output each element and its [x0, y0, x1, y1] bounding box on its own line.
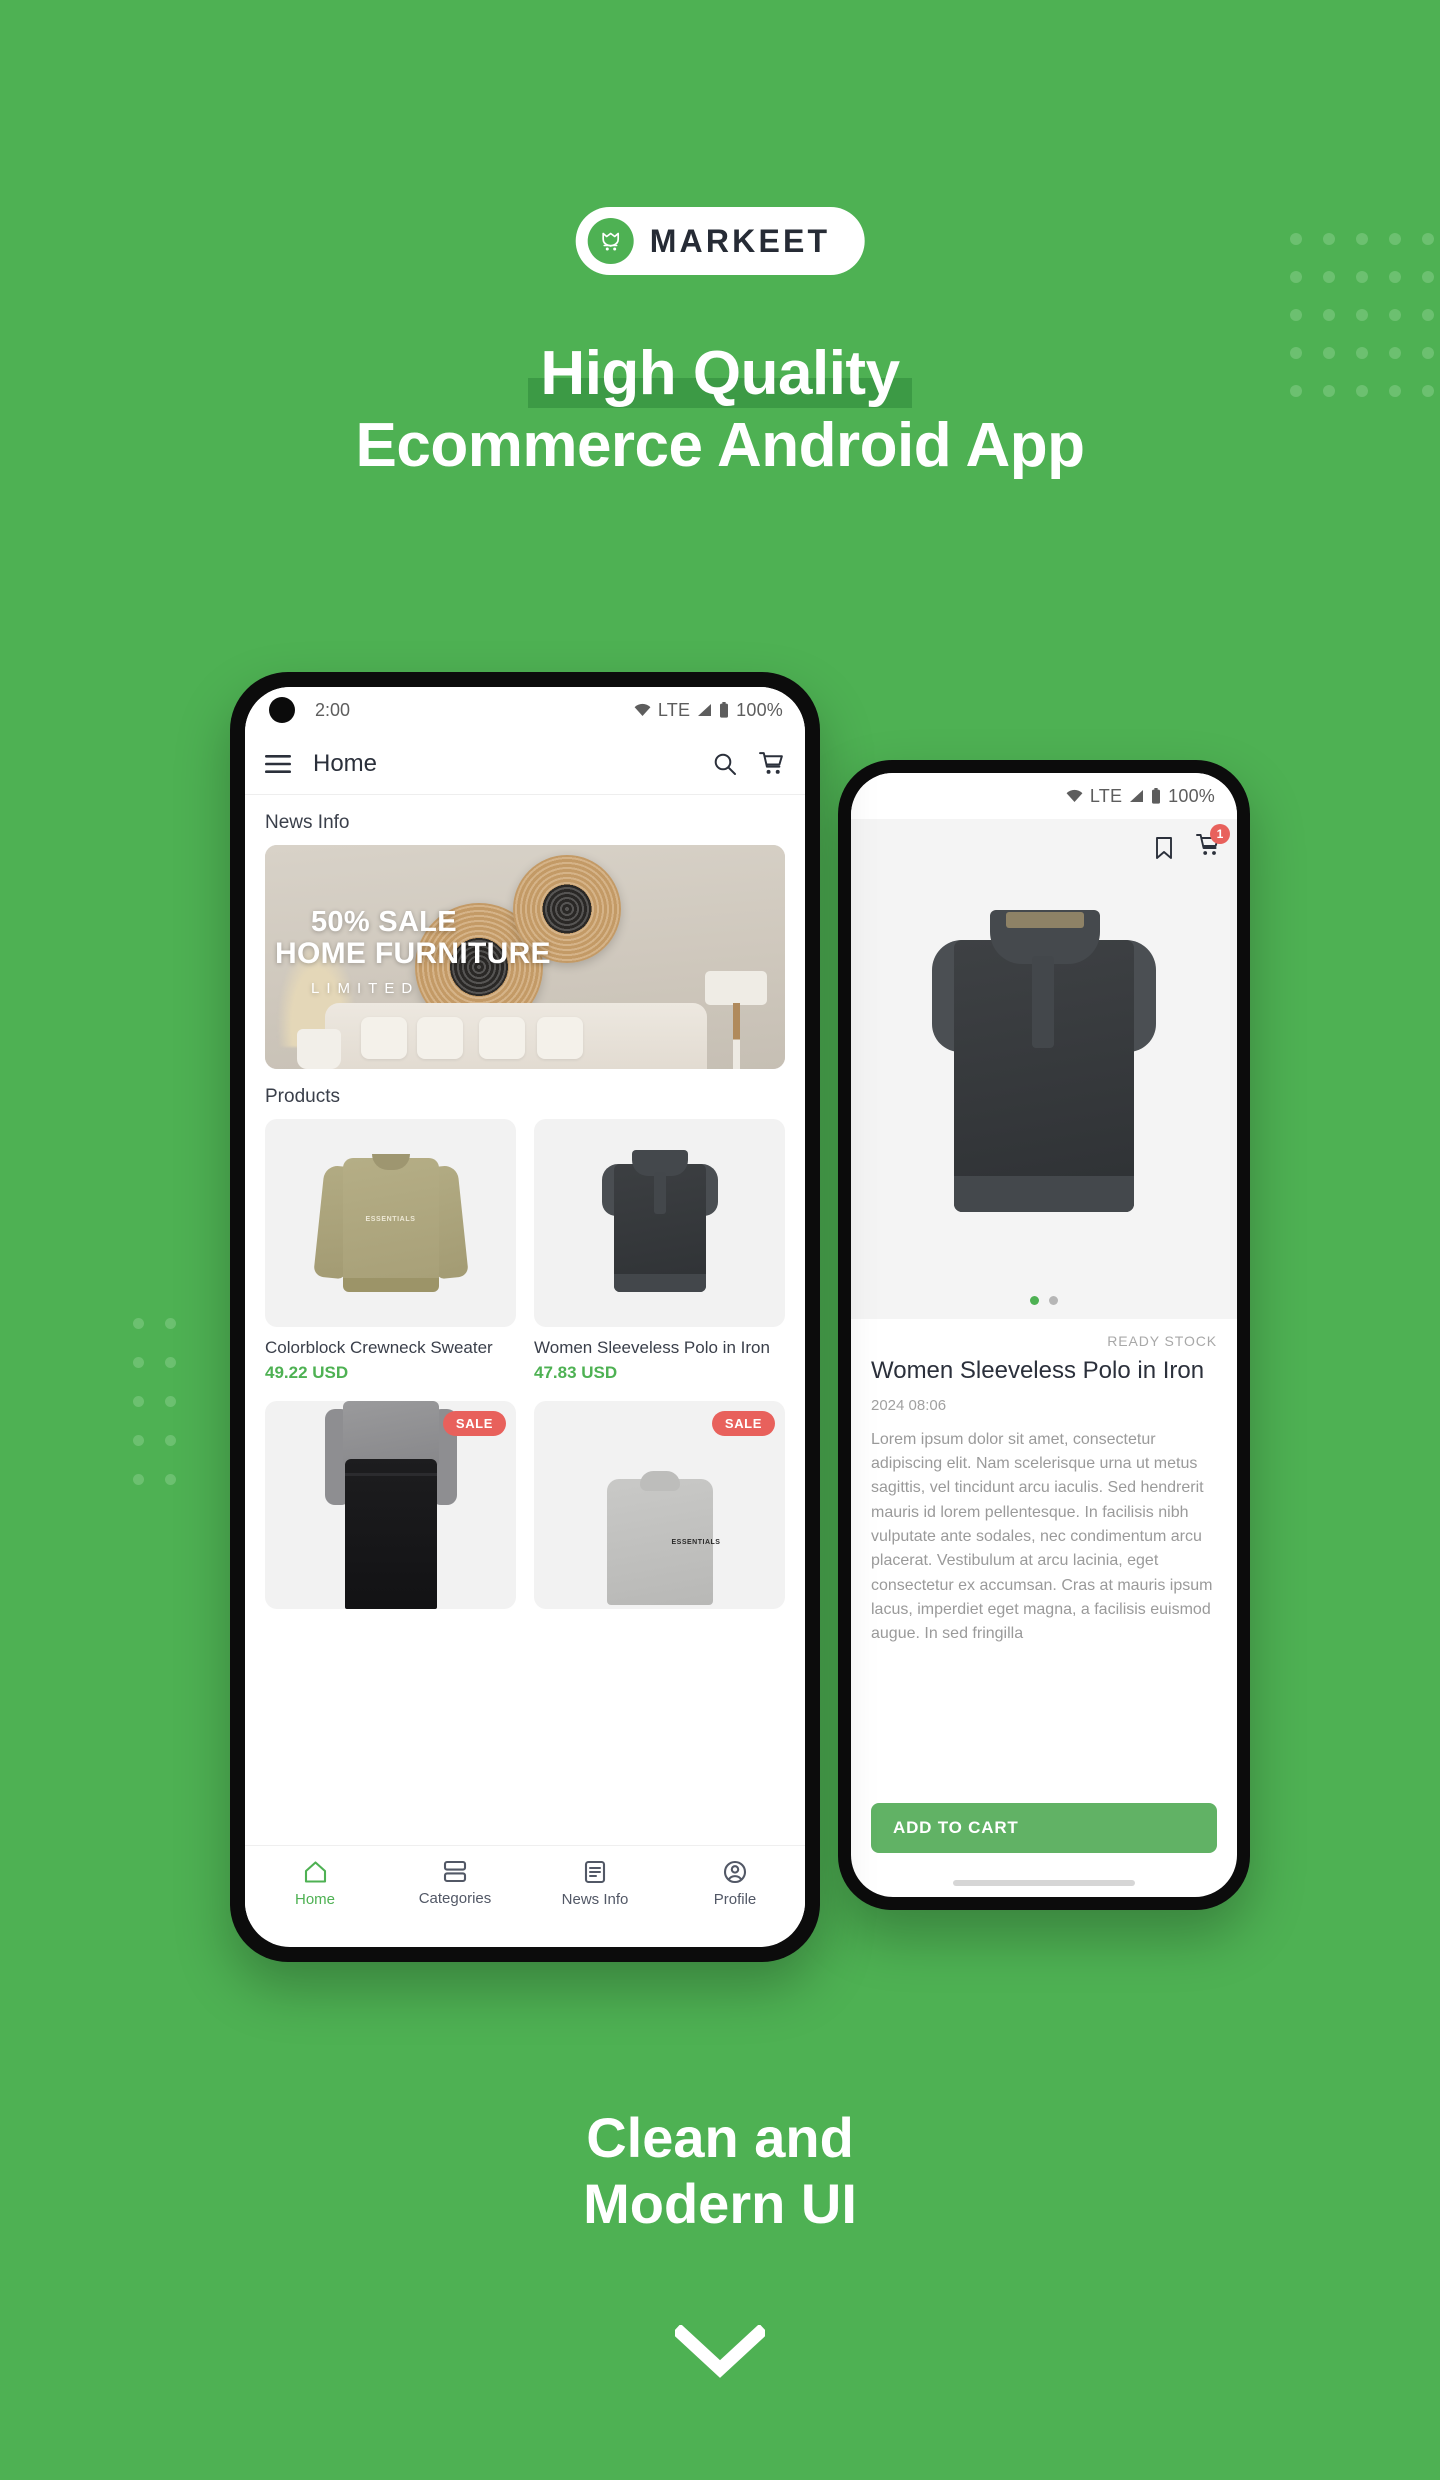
signal-icon [697, 703, 712, 717]
section-news-info: News Info [265, 812, 350, 833]
banner-line-3: LIMITED [311, 979, 420, 997]
battery-percent: 100% [1168, 785, 1215, 806]
detail-status-bar: LTE 100% [851, 773, 1237, 819]
phone-mockups: LTE 100% 1 READY STOCK Women Sleeveless … [0, 660, 1440, 2000]
cart-count-badge: 1 [1210, 824, 1230, 844]
home-screen: 2:00 LTE 100% Home News Info 50% SALE HO… [245, 687, 805, 1947]
detail-screen: LTE 100% 1 READY STOCK Women Sleeveless … [851, 773, 1237, 1897]
caption-line-1: Clean and [586, 2106, 854, 2169]
signal-icon [1129, 789, 1144, 803]
garment-crewneck-olive: ESSENTIALS [312, 1144, 469, 1302]
detail-description: Lorem ipsum dolor sit amet, consectetur … [871, 1430, 1213, 1643]
nav-item-categories[interactable]: Categories [385, 1860, 525, 1907]
headline-line-2: Ecommerce Android App [355, 410, 1085, 480]
detail-timestamp: 2024 08:06 [871, 1396, 947, 1414]
carousel-indicator[interactable] [1030, 1296, 1058, 1305]
gesture-bar [434, 1932, 616, 1938]
promo-banner[interactable]: 50% SALE HOME FURNITURE LIMITED [265, 845, 785, 1069]
product-thumbnail: SALE ESSENTIALS [534, 1401, 785, 1610]
nav-label: Categories [418, 1890, 492, 1907]
product-price: 49.22 USD [265, 1363, 349, 1383]
network-type: LTE [1089, 785, 1123, 806]
app-bar: Home [245, 733, 805, 795]
hamburger-menu-icon[interactable] [265, 754, 291, 773]
garment-polo-iron [594, 1142, 726, 1304]
battery-icon [1151, 788, 1161, 804]
cart-monogram-icon [587, 218, 634, 264]
search-icon[interactable] [713, 752, 737, 776]
brand-name: MARKEET [649, 223, 831, 259]
product-title: Colorblock Crewneck Sweater [265, 1338, 493, 1357]
gesture-bar [953, 1880, 1135, 1886]
news-icon [584, 1860, 606, 1884]
phone-home: 2:00 LTE 100% Home News Info 50% SALE HO… [230, 672, 820, 1962]
detail-hero-image: 1 [851, 819, 1237, 1319]
brand-logo-badge: MARKEET [575, 207, 865, 275]
garment-grey-sweatshirt: ESSENTIALS [585, 1459, 735, 1609]
product-thumbnail: ESSENTIALS [265, 1119, 516, 1327]
section-products: Products [265, 1086, 340, 1107]
add-to-cart-button[interactable]: ADD TO CART [871, 1803, 1217, 1853]
banner-line-1: 50% SALE [311, 906, 457, 938]
nav-item-profile[interactable]: Profile [665, 1860, 805, 1908]
sale-badge: SALE [442, 1411, 506, 1437]
product-image-polo [920, 894, 1168, 1244]
garment-black-trousers [321, 1401, 461, 1610]
sale-badge: SALE [711, 1411, 775, 1437]
product-title: Women Sleeveless Polo in Iron [534, 1338, 770, 1357]
cart-icon[interactable] [759, 751, 785, 776]
product-price: 47.83 USD [534, 1363, 618, 1383]
nav-label: News Info [561, 1890, 629, 1908]
clock: 2:00 [315, 699, 351, 720]
stock-status: READY STOCK [1107, 1333, 1217, 1349]
bottom-navigation: Home Categories News Info Profile [245, 1845, 805, 1921]
battery-icon [719, 702, 729, 718]
bookmark-icon[interactable] [1154, 836, 1174, 860]
carousel-dot-2[interactable] [1049, 1296, 1058, 1305]
wifi-icon [634, 703, 651, 717]
carousel-dot-1[interactable] [1030, 1296, 1039, 1305]
nav-label: Profile [713, 1890, 757, 1908]
camera-punch-hole [269, 697, 295, 723]
phone-product-detail: LTE 100% 1 READY STOCK Women Sleeveless … [838, 760, 1250, 1910]
product-thumbnail [534, 1119, 785, 1327]
product-card[interactable]: SALE ESSENTIALS [534, 1401, 785, 1610]
product-card[interactable]: Women Sleeveless Polo in Iron 47.83 USD [534, 1119, 785, 1383]
detail-info: READY STOCK Women Sleeveless Polo in Iro… [851, 1319, 1237, 1647]
nav-item-news-info[interactable]: News Info [525, 1860, 665, 1908]
home-status-bar: 2:00 LTE 100% [245, 687, 805, 733]
detail-product-title: Women Sleeveless Polo in Iron [871, 1357, 1205, 1384]
profile-icon [723, 1860, 747, 1884]
home-icon [303, 1860, 328, 1884]
product-thumbnail: SALE [265, 1401, 516, 1610]
nav-item-home[interactable]: Home [245, 1860, 385, 1908]
app-bar-title: Home [313, 749, 378, 777]
battery-percent: 100% [736, 699, 783, 720]
caption-line-2: Modern UI [583, 2171, 857, 2235]
network-type: LTE [657, 699, 691, 720]
wifi-icon [1066, 789, 1083, 803]
nav-label: Home [294, 1890, 335, 1908]
bottom-caption: Clean and Modern UI [0, 2105, 1440, 2236]
headline-line-1: High Quality [528, 339, 912, 408]
product-grid: ESSENTIALS Colorblock Crewneck Sweater 4… [245, 1119, 805, 1610]
page-title: High Quality Ecommerce Android App [0, 338, 1440, 482]
categories-icon [443, 1860, 467, 1883]
chevron-down-icon[interactable] [671, 2323, 769, 2386]
product-card[interactable]: SALE [265, 1401, 516, 1610]
product-card[interactable]: ESSENTIALS Colorblock Crewneck Sweater 4… [265, 1119, 516, 1383]
detail-cart-button[interactable]: 1 [1196, 824, 1230, 862]
banner-line-2: HOME FURNITURE [275, 937, 551, 971]
